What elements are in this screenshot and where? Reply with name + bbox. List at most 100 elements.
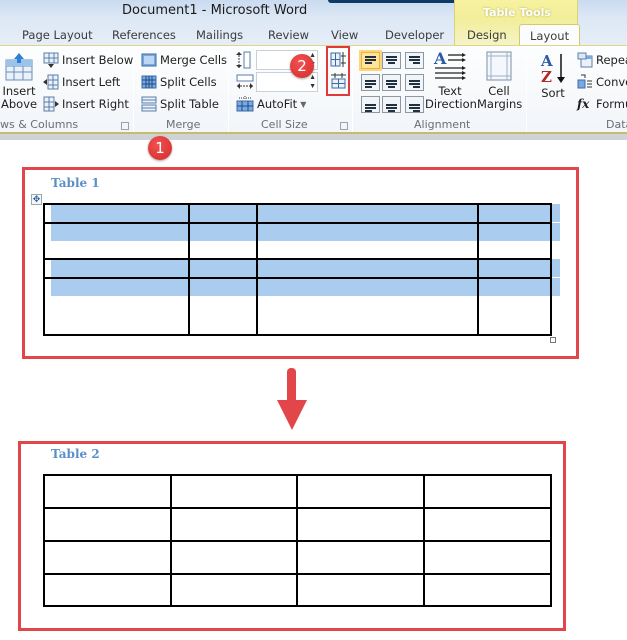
merge-group-label: Merge — [166, 118, 201, 131]
insert-below-label: Insert Below — [62, 53, 134, 67]
table1-row-line — [43, 277, 552, 279]
align-bottom-right-button[interactable] — [405, 96, 424, 113]
table1-column-line — [188, 203, 190, 335]
table1-border — [43, 203, 552, 205]
ribbon: Insert Above Insert Below Insert Left In… — [0, 45, 627, 134]
repeat-header-rows-label: Repea — [596, 53, 627, 67]
tab-page-layout[interactable]: Page Layout — [22, 28, 93, 42]
table2-frame — [18, 441, 566, 631]
merge-cells-icon — [141, 53, 157, 67]
autofit-icon — [236, 96, 254, 112]
tab-review[interactable]: Review — [268, 28, 309, 42]
split-table-label: Split Table — [160, 97, 219, 111]
insert-left-label: Insert Left — [62, 75, 121, 89]
convert-to-text-label: Conve — [596, 75, 627, 89]
cell-margins-icon — [486, 51, 512, 81]
distribute-columns-icon[interactable] — [330, 72, 347, 89]
distribute-rows-icon[interactable] — [330, 51, 347, 68]
rows-columns-group-label: ws & Columns — [0, 118, 79, 131]
insert-below-button[interactable]: Insert Below — [43, 52, 133, 68]
insert-right-icon — [43, 96, 59, 112]
tab-references[interactable]: References — [112, 28, 176, 42]
window-title: Document1 - Microsoft Word — [122, 3, 308, 18]
align-center-right-button[interactable] — [405, 74, 424, 91]
align-top-center-button[interactable] — [382, 52, 401, 69]
repeat-header-rows-icon — [577, 52, 593, 68]
table2-caption: Table 2 — [51, 447, 100, 461]
down-arrow-shaft — [287, 368, 296, 402]
autofit-button[interactable]: AutoFit ▼ — [236, 96, 306, 112]
step-badge-1: 1 — [148, 136, 172, 160]
formula-fx-icon: fx — [577, 97, 590, 111]
cell-margins-label-2: Margins — [477, 97, 523, 111]
group-separator — [352, 48, 353, 132]
table2-border — [43, 605, 552, 607]
formula-button[interactable]: fx Formu — [577, 96, 627, 112]
repeat-header-rows-button[interactable]: Repea — [577, 52, 627, 68]
insert-below-icon — [43, 52, 59, 68]
table2-border — [550, 474, 552, 606]
alignment-group-label: Alignment — [414, 118, 471, 131]
cell-size-launcher-icon[interactable] — [340, 122, 348, 130]
tab-design[interactable]: Design — [467, 28, 507, 42]
table2-column-line — [296, 474, 298, 606]
split-table-icon — [141, 96, 157, 112]
table1-row-line — [43, 258, 552, 260]
split-cells-label: Split Cells — [160, 75, 217, 89]
align-top-right-button[interactable] — [405, 52, 424, 69]
insert-right-label: Insert Right — [62, 97, 129, 111]
group-separator — [228, 48, 229, 132]
table1-border — [43, 334, 552, 336]
svg-text:A: A — [433, 50, 447, 68]
tab-mailings[interactable]: Mailings — [196, 28, 243, 42]
align-center-button[interactable] — [382, 74, 401, 91]
insert-left-button[interactable]: Insert Left — [43, 74, 120, 90]
table1-column-line — [256, 203, 258, 335]
table2-row-line — [43, 507, 552, 509]
autofit-dropdown-icon: ▼ — [300, 99, 307, 109]
table-move-handle-icon[interactable]: ✥ — [31, 194, 42, 205]
text-direction-button[interactable]: A Text Direction — [425, 50, 477, 111]
insert-above-icon — [5, 53, 33, 81]
column-width-spinner-icon[interactable]: ▲ ▼ — [309, 73, 316, 91]
table2-column-line — [170, 474, 172, 606]
svg-text:Z: Z — [541, 68, 552, 84]
text-direction-label-2: Direction — [425, 97, 477, 111]
insert-above-label-2: Above — [1, 97, 38, 111]
table1-border — [43, 203, 45, 335]
align-bottom-left-button[interactable] — [361, 96, 380, 113]
group-separator — [133, 48, 134, 132]
split-cells-button[interactable]: Split Cells — [141, 74, 217, 90]
align-bottom-center-button[interactable] — [382, 96, 401, 113]
convert-to-text-button[interactable]: Conve — [577, 74, 627, 90]
data-group-label: Data — [606, 118, 627, 131]
insert-left-icon — [43, 74, 59, 90]
selected-row-5[interactable] — [51, 278, 560, 296]
table1-column-line — [477, 203, 479, 335]
tab-developer[interactable]: Developer — [385, 28, 444, 42]
selected-row-1[interactable] — [51, 204, 560, 222]
insert-right-button[interactable]: Insert Right — [43, 96, 129, 112]
selected-row-4[interactable] — [51, 259, 560, 277]
cell-size-group-label: Cell Size — [261, 118, 308, 131]
table2-row-line — [43, 540, 552, 542]
split-table-button[interactable]: Split Table — [141, 96, 219, 112]
sort-button[interactable]: A Z Sort — [535, 52, 571, 100]
merge-cells-button[interactable]: Merge Cells — [141, 52, 227, 68]
selected-row-2[interactable] — [51, 223, 560, 241]
sort-label: Sort — [541, 86, 565, 100]
align-top-left-button[interactable] — [361, 52, 380, 69]
align-center-left-button[interactable] — [361, 74, 380, 91]
ribbon-bottom-edge — [0, 134, 627, 140]
row-height-icon — [236, 51, 251, 69]
table-resize-handle-icon[interactable] — [550, 337, 556, 343]
group-separator — [526, 48, 527, 132]
tab-view[interactable]: View — [331, 28, 358, 42]
convert-to-text-icon — [577, 74, 592, 89]
column-width-icon — [236, 74, 254, 89]
insert-above-button[interactable]: Insert Above — [1, 52, 37, 111]
table-tools-label: Table Tools — [483, 6, 551, 19]
cell-margins-button[interactable]: Cell Margins — [477, 50, 523, 111]
autofit-label: AutoFit — [257, 97, 298, 111]
rows-columns-launcher-icon[interactable] — [121, 122, 129, 130]
